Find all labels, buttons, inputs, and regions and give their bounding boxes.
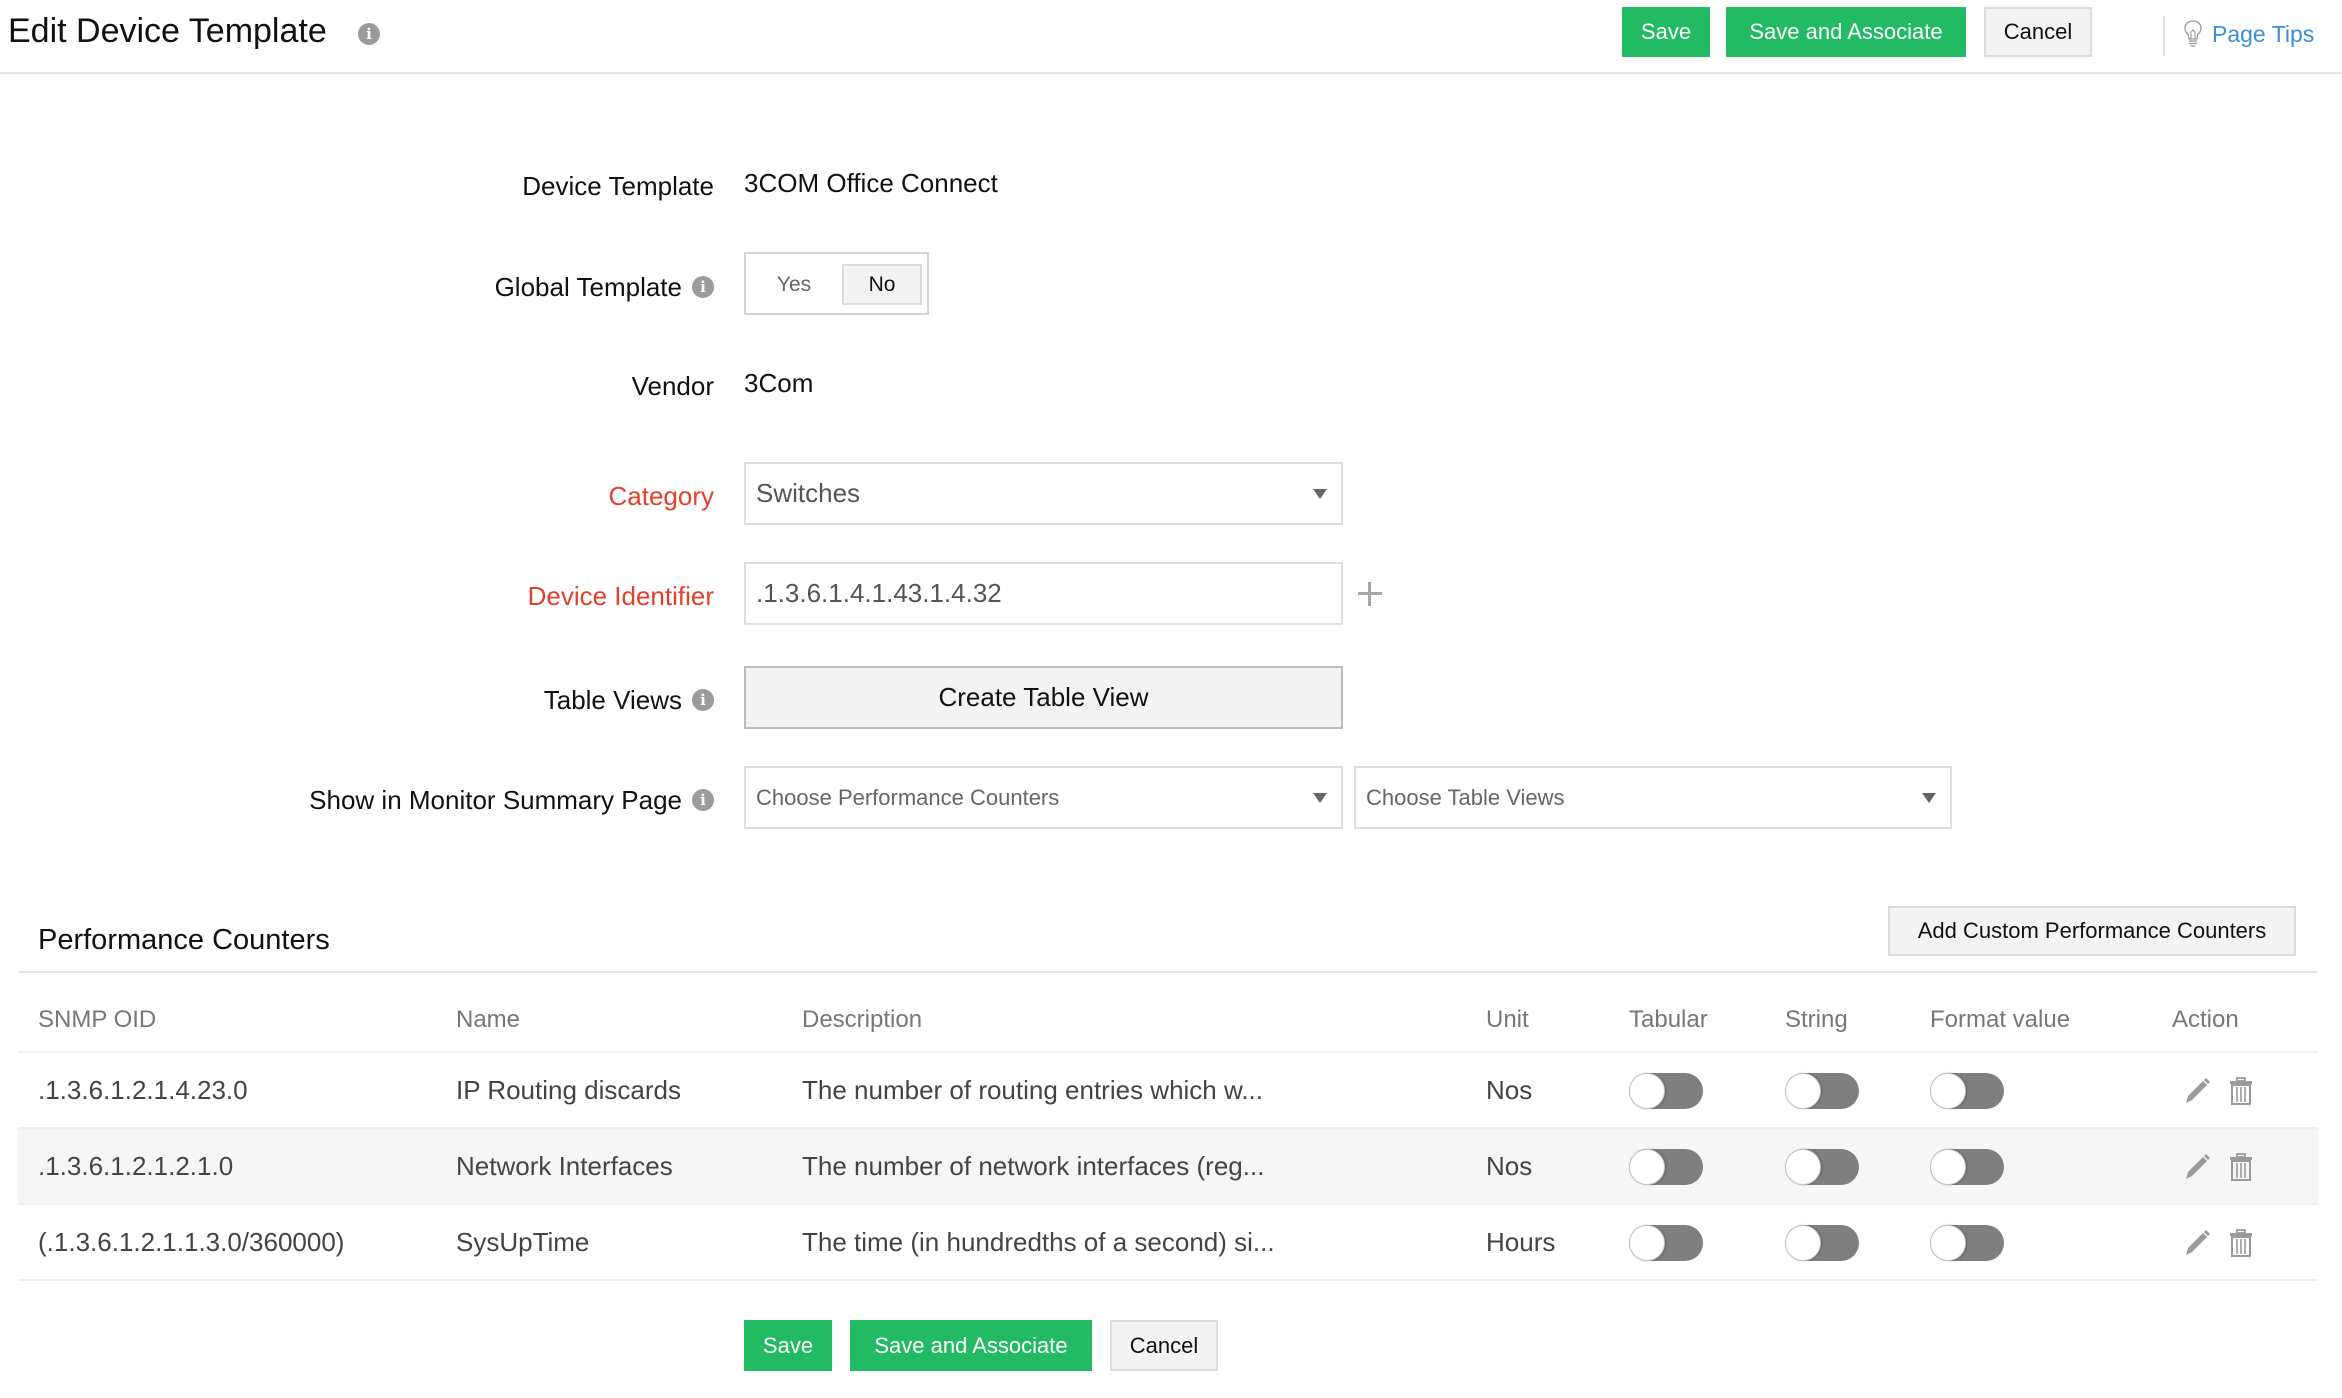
edit-icon[interactable] — [2182, 1227, 2212, 1259]
format-value-toggle[interactable] — [1930, 1149, 2004, 1185]
device-identifier-label-text: Device Identifier — [527, 580, 714, 611]
cell-description: The number of routing entries which w... — [802, 1074, 1264, 1105]
monitor-summary-label-text: Show in Monitor Summary Page — [309, 784, 682, 815]
cell-description: The number of network interfaces (reg... — [802, 1150, 1265, 1181]
delete-icon[interactable] — [2226, 1227, 2256, 1259]
cell-unit: Hours — [1486, 1226, 1556, 1257]
column-header-name: Name — [456, 1006, 521, 1033]
edit-icon[interactable] — [2182, 1151, 2212, 1183]
info-icon[interactable]: i — [692, 789, 714, 811]
cell-name: SysUpTime — [456, 1226, 590, 1257]
cell-snmp-oid: .1.3.6.1.2.1.2.1.0 — [38, 1150, 234, 1181]
string-toggle[interactable] — [1785, 1073, 1859, 1109]
global-template-label-text: Global Template — [494, 271, 682, 302]
table-row: (.1.3.6.1.2.1.1.3.0/360000) SysUpTime Th… — [18, 1203, 2318, 1279]
performance-counters-placeholder: Choose Performance Counters — [756, 784, 1060, 810]
format-value-toggle[interactable] — [1930, 1225, 2004, 1261]
section-divider — [18, 971, 2318, 973]
column-header-action: Action — [2172, 1006, 2239, 1033]
header-divider — [2163, 16, 2165, 56]
table-views-placeholder: Choose Table Views — [1366, 784, 1565, 810]
column-header-description: Description — [802, 1006, 923, 1033]
table-row: .1.3.6.1.2.1.2.1.0 Network Interfaces Th… — [18, 1127, 2318, 1203]
page-tips-link[interactable]: Page Tips — [2184, 14, 2314, 54]
device-identifier-value: .1.3.6.1.4.1.43.1.4.32 — [756, 578, 1002, 608]
column-header-snmp-oid: SNMP OID — [38, 1006, 157, 1033]
string-toggle[interactable] — [1785, 1149, 1859, 1185]
add-custom-performance-counters-button[interactable]: Add Custom Performance Counters — [1888, 906, 2296, 956]
add-identifier-plus-icon[interactable] — [1354, 578, 1384, 608]
info-icon[interactable]: i — [692, 689, 714, 711]
cell-unit: Nos — [1486, 1150, 1533, 1181]
cancel-button-bottom[interactable]: Cancel — [1110, 1320, 1218, 1371]
format-value-toggle[interactable] — [1930, 1073, 2004, 1109]
info-icon[interactable]: i — [358, 23, 380, 45]
save-button-bottom[interactable]: Save — [744, 1320, 832, 1371]
save-button-top[interactable]: Save — [1622, 7, 1710, 57]
save-and-associate-button-top[interactable]: Save and Associate — [1726, 7, 1966, 57]
page-title: Edit Device Template — [8, 12, 327, 50]
device-template-label-text: Device Template — [522, 170, 714, 201]
edit-icon[interactable] — [2182, 1075, 2212, 1107]
cell-name: Network Interfaces — [456, 1150, 673, 1181]
vendor-value: 3Com — [744, 368, 814, 398]
cell-unit: Nos — [1486, 1074, 1533, 1105]
tabular-toggle[interactable] — [1629, 1225, 1703, 1261]
chevron-down-icon — [1313, 792, 1327, 803]
global-template-no[interactable]: No — [842, 264, 922, 305]
cell-snmp-oid: (.1.3.6.1.2.1.1.3.0/360000) — [38, 1226, 345, 1257]
create-table-view-button[interactable]: Create Table View — [744, 666, 1343, 729]
vendor-label: Vendor — [632, 368, 714, 404]
column-header-format-value: Format value — [1930, 1006, 2071, 1033]
column-header-unit: Unit — [1486, 1006, 1529, 1033]
device-identifier-label: Device Identifier — [528, 578, 714, 614]
delete-icon[interactable] — [2226, 1151, 2256, 1183]
table-row: .1.3.6.1.2.1.4.23.0 IP Routing discards … — [18, 1051, 2318, 1127]
column-header-string: String — [1785, 1006, 1848, 1033]
table-bottom-border — [18, 1279, 2318, 1281]
device-template-value: 3COM Office Connect — [744, 168, 998, 198]
delete-icon[interactable] — [2226, 1075, 2256, 1107]
chevron-down-icon — [1313, 488, 1327, 499]
tabular-toggle[interactable] — [1629, 1149, 1703, 1185]
monitor-summary-label: Show in Monitor Summary Page i — [309, 782, 714, 818]
tabular-toggle[interactable] — [1629, 1073, 1703, 1109]
device-template-label: Device Template — [522, 168, 714, 204]
column-header-tabular: Tabular — [1629, 1006, 1708, 1033]
cancel-button-top[interactable]: Cancel — [1984, 7, 2092, 57]
global-template-label: Global Template i — [495, 269, 714, 305]
save-and-associate-button-bottom[interactable]: Save and Associate — [850, 1320, 1092, 1371]
table-views-label: Table Views i — [544, 682, 714, 718]
table-views-select[interactable]: Choose Table Views — [1354, 766, 1952, 829]
device-identifier-input[interactable]: .1.3.6.1.4.1.43.1.4.32 — [744, 562, 1343, 625]
info-icon[interactable]: i — [692, 276, 714, 298]
table-views-label-text: Table Views — [543, 684, 682, 715]
category-label: Category — [609, 478, 715, 514]
chevron-down-icon — [1922, 792, 1936, 803]
category-select[interactable]: Switches — [744, 462, 1343, 525]
global-template-yes[interactable]: Yes — [748, 264, 840, 305]
cell-name: IP Routing discards — [456, 1074, 681, 1105]
string-toggle[interactable] — [1785, 1225, 1859, 1261]
cell-snmp-oid: .1.3.6.1.2.1.4.23.0 — [38, 1074, 248, 1105]
page-tips-label: Page Tips — [2212, 20, 2315, 47]
performance-counters-select[interactable]: Choose Performance Counters — [744, 766, 1343, 829]
performance-counters-title: Performance Counters — [38, 924, 330, 956]
global-template-toggle: Yes No — [744, 252, 929, 315]
vendor-label-text: Vendor — [631, 370, 714, 401]
category-label-text: Category — [608, 480, 715, 511]
lightbulb-icon — [2184, 20, 2202, 47]
category-selected-value: Switches — [756, 478, 861, 508]
cell-description: The time (in hundredths of a second) si.… — [802, 1226, 1275, 1257]
